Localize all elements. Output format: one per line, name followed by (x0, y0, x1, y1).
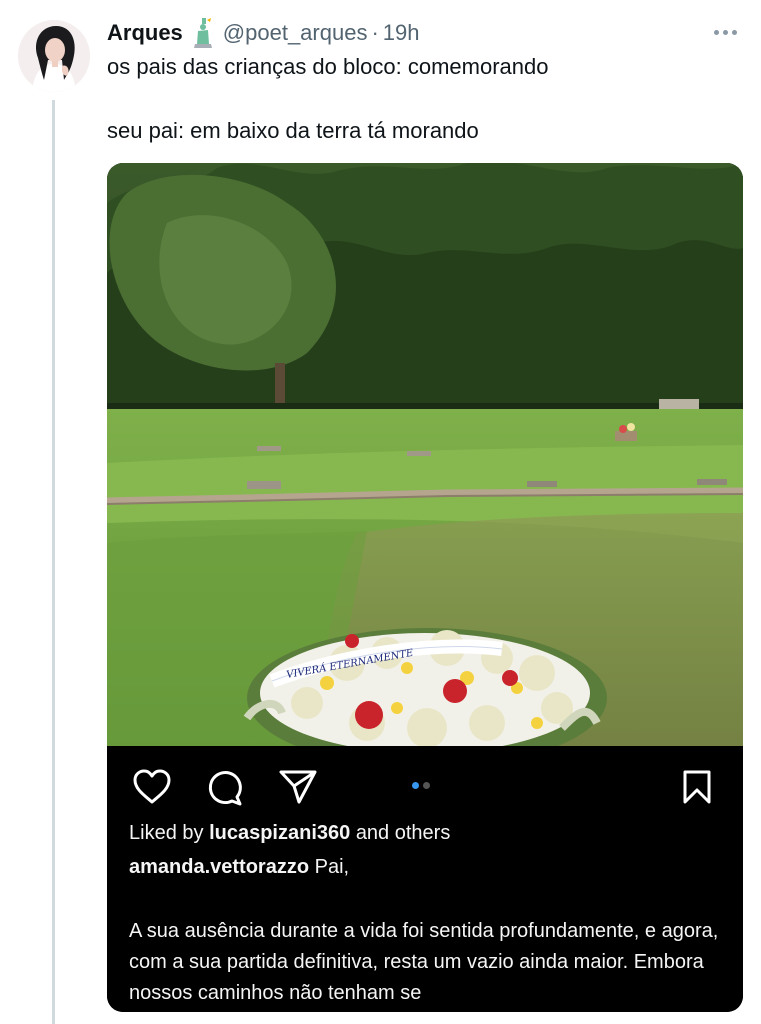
carousel-dot (423, 782, 430, 789)
tweet-header: Arques @poet_arques · 19h (107, 16, 420, 50)
liked-by-suffix[interactable]: and others (356, 822, 451, 844)
tweet-text: os pais das crianças do bloco: comemoran… (107, 52, 737, 146)
author-name[interactable]: Arques (107, 20, 183, 46)
tweet-media[interactable]: VIVERÁ ETERNAMENTE Liked by lucaspizani3… (107, 163, 743, 1012)
thread-line (52, 100, 55, 1024)
tweet-timestamp[interactable]: 19h (383, 20, 420, 46)
statue-of-liberty-icon (193, 18, 215, 48)
caption-start: Pai, (314, 856, 350, 878)
bookmark-icon[interactable] (676, 766, 718, 808)
separator-dot: · (371, 20, 379, 45)
tweet-text-line-2: seu pai: em baixo da terra tá morando (107, 118, 479, 143)
liked-by-prefix: Liked by (129, 822, 204, 844)
carousel-indicator (412, 782, 430, 789)
instagram-panel: Liked by lucaspizani360 and others amand… (107, 746, 743, 1012)
cemetery-photo[interactable]: VIVERÁ ETERNAMENTE (107, 163, 743, 746)
liked-by-line: Liked by lucaspizani360 and others (129, 822, 450, 845)
caption-body: A sua ausência durante a vida foi sentid… (129, 920, 719, 1004)
more-options-icon[interactable] (705, 18, 745, 46)
comment-icon[interactable] (203, 766, 245, 808)
heart-icon[interactable] (131, 766, 173, 808)
author-avatar[interactable] (18, 20, 90, 92)
author-handle[interactable]: @poet_arques (223, 20, 368, 46)
tweet-text-line-1: os pais das crianças do bloco: comemoran… (107, 54, 549, 79)
send-icon[interactable] (277, 766, 319, 808)
caption-header: amanda.vettorazzo Pai, (129, 856, 349, 879)
carousel-dot-active (412, 782, 419, 789)
liked-by-user[interactable]: lucaspizani360 (209, 822, 350, 844)
caption-username[interactable]: amanda.vettorazzo (129, 856, 309, 878)
